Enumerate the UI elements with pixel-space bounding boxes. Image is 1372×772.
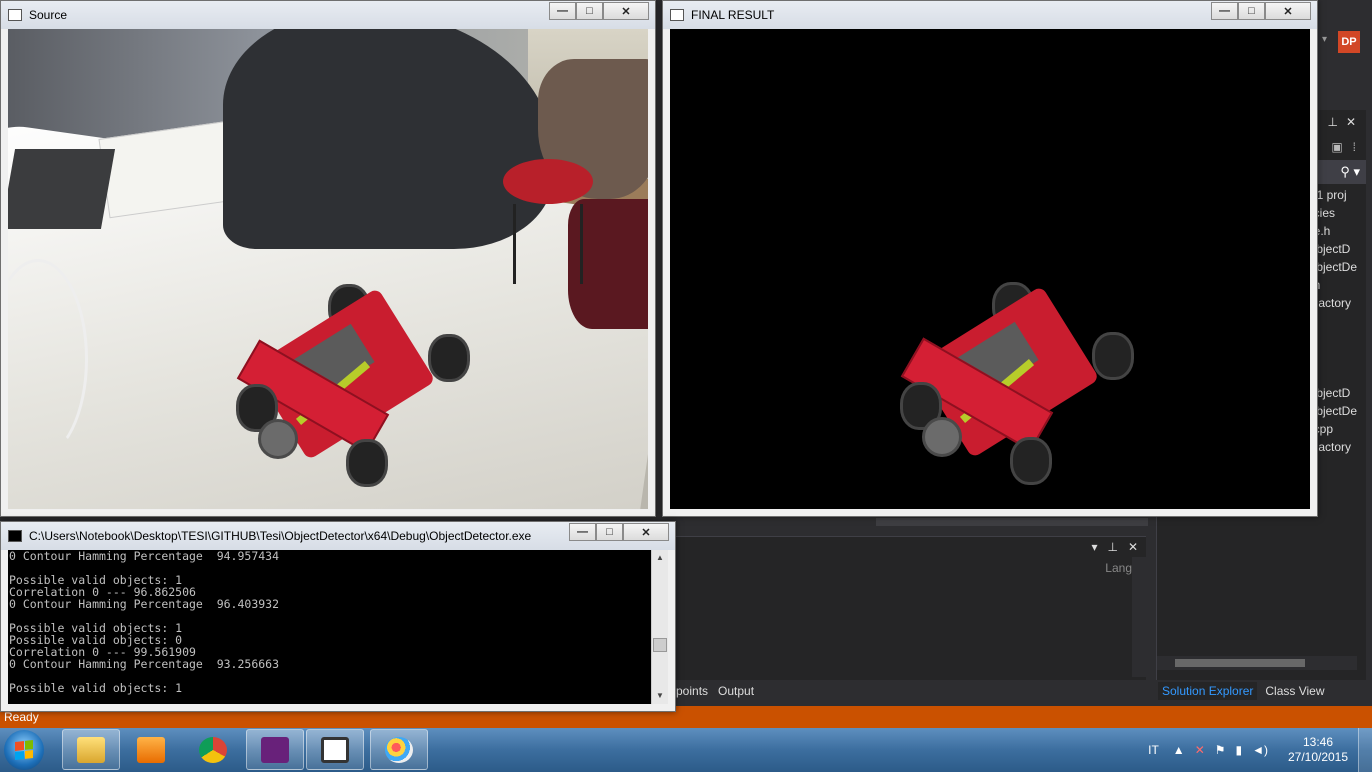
network-icon[interactable]: ✕ (1195, 743, 1205, 757)
console-scrollbar[interactable]: ▲ ▼ (651, 550, 668, 704)
source-image (8, 29, 648, 509)
minimize-button[interactable]: — (569, 523, 596, 541)
result-image (670, 29, 1310, 509)
output-tabs: points Output (676, 680, 754, 702)
start-button[interactable] (4, 730, 44, 770)
console-app-icon (321, 736, 349, 763)
console-icon (8, 530, 22, 542)
window-icon (8, 9, 22, 21)
console-line: 0 Contour Hamming Percentage 94.957434 (9, 550, 280, 563)
show-desktop-button[interactable] (1358, 728, 1372, 772)
vs-title-area (1316, 0, 1372, 110)
more-icon[interactable]: ⁞ (1353, 140, 1356, 154)
media-player-icon (137, 736, 165, 763)
taskbar-console[interactable] (306, 729, 364, 770)
close-button[interactable]: ✕ (623, 523, 669, 541)
maximize-button[interactable]: □ (576, 2, 603, 20)
paint-icon (385, 736, 413, 763)
window-titlebar[interactable]: Source — □ ✕ (1, 1, 655, 29)
window-icon (670, 9, 684, 21)
output-panel: ▾ ⊥ ✕ Lang (674, 536, 1146, 680)
maximize-button[interactable]: □ (596, 523, 623, 541)
window-title: Source (29, 8, 68, 22)
console-window[interactable]: C:\Users\Notebook\Desktop\TESI\GITHUB\Te… (0, 521, 676, 712)
taskbar-chrome[interactable] (184, 729, 242, 770)
console-line: 0 Contour Hamming Percentage 96.403932 (9, 597, 280, 611)
tab-breakpoints[interactable]: points (676, 684, 708, 698)
window-titlebar[interactable]: C:\Users\Notebook\Desktop\TESI\GITHUB\Te… (1, 522, 675, 550)
console-line: Possible valid objects: 1 (9, 681, 183, 695)
chrome-icon (199, 736, 227, 763)
editor-scrollbar[interactable] (876, 518, 1148, 526)
scroll-thumb[interactable] (653, 638, 667, 652)
source-window[interactable]: Source — □ ✕ (0, 0, 656, 517)
taskbar-explorer[interactable] (62, 729, 120, 770)
action-center-icon[interactable]: ⚑ (1215, 743, 1226, 757)
pin-icon[interactable]: ⊥ (1107, 540, 1117, 554)
window-titlebar[interactable]: FINAL RESULT — □ ✕ (663, 1, 1317, 29)
visual-studio-icon (261, 736, 289, 763)
tab-class-view[interactable]: Class View (1261, 682, 1328, 700)
final-result-window[interactable]: FINAL RESULT — □ ✕ (662, 0, 1318, 517)
account-chevron-icon[interactable]: ▾ (1322, 34, 1327, 45)
taskbar: IT ▲ ✕ ⚑ ▮ ◄) 13:46 27/10/2015 (0, 728, 1372, 772)
taskbar-paint[interactable] (370, 729, 428, 770)
console-line: 0 Contour Hamming Percentage 93.256663 (9, 657, 280, 671)
close-panel-icon[interactable]: ✕ (1128, 540, 1138, 554)
minimize-button[interactable]: — (1211, 2, 1238, 20)
console-text: 0 Contour Hamming Percentage 94.957434 P… (9, 550, 650, 704)
close-panel-icon[interactable]: ✕ (1346, 115, 1356, 129)
taskbar-visual-studio[interactable] (246, 729, 304, 770)
language-indicator[interactable]: IT (1148, 743, 1159, 757)
system-tray: IT ▲ ✕ ⚑ ▮ ◄) 13:46 27/10/2015 (1148, 728, 1372, 772)
properties-icon[interactable]: ▣ (1331, 140, 1342, 154)
console-output[interactable]: 0 Contour Hamming Percentage 94.957434 P… (8, 550, 668, 704)
folder-icon (77, 736, 105, 763)
volume-icon[interactable]: ◄) (1252, 743, 1268, 757)
clock-date: 27/10/2015 (1287, 750, 1349, 764)
close-button[interactable]: ✕ (603, 2, 649, 20)
tab-output[interactable]: Output (718, 684, 754, 698)
horizontal-scrollbar[interactable] (1157, 656, 1357, 670)
solution-explorer-tabs: Solution Explorer Class View (1156, 680, 1366, 702)
dropdown-icon[interactable]: ▾ (1091, 540, 1097, 554)
signal-icon[interactable]: ▮ (1236, 743, 1243, 757)
scroll-down-icon[interactable]: ▼ (652, 688, 668, 704)
pin-icon[interactable]: ⊥ (1327, 115, 1337, 129)
show-hidden-icons-icon[interactable]: ▲ (1173, 743, 1185, 757)
maximize-button[interactable]: □ (1238, 2, 1265, 20)
window-title: C:\Users\Notebook\Desktop\TESI\GITHUB\Te… (29, 529, 532, 543)
segmented-lego-car (892, 277, 1134, 487)
lang-column-header: Lang (1105, 561, 1132, 575)
vertical-scrollbar[interactable] (1132, 557, 1146, 677)
scroll-up-icon[interactable]: ▲ (652, 550, 668, 566)
tab-solution-explorer[interactable]: Solution Explorer (1158, 682, 1258, 700)
windows-logo-icon (15, 740, 33, 760)
clock[interactable]: 13:46 27/10/2015 (1278, 735, 1358, 765)
window-title: FINAL RESULT (691, 8, 775, 22)
minimize-button[interactable]: — (549, 2, 576, 20)
lego-car (228, 279, 470, 489)
clock-time: 13:46 (1302, 735, 1334, 749)
account-badge[interactable]: DP (1338, 31, 1360, 53)
close-button[interactable]: ✕ (1265, 2, 1311, 20)
taskbar-media-player[interactable] (122, 729, 180, 770)
